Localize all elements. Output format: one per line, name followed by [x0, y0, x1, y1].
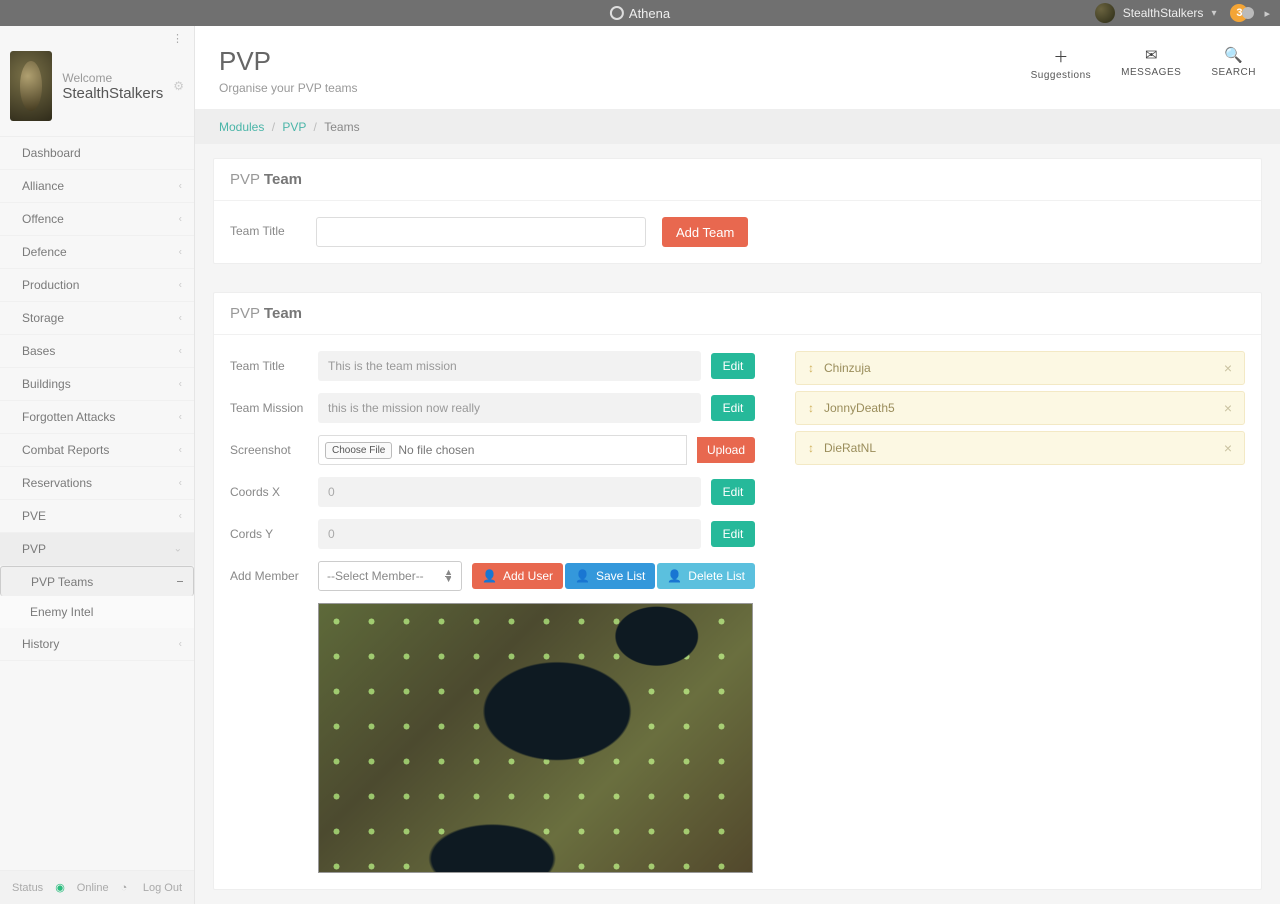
sidebar-username: StealthStalkers — [62, 85, 163, 102]
map-screenshot — [318, 603, 753, 873]
drag-icon[interactable]: ↕ — [808, 401, 814, 415]
team-title-input[interactable] — [316, 217, 646, 247]
sidebar-item-pve[interactable]: PVE‹ — [0, 500, 194, 533]
sidebar-item-combat-reports[interactable]: Combat Reports‹ — [0, 434, 194, 467]
app-logo-icon — [610, 6, 624, 20]
edit-mission-button[interactable]: Edit — [711, 395, 755, 421]
coords-y-value: 0 — [318, 519, 701, 549]
page-header: PVP Organise your PVP teams ＋ Suggestion… — [195, 26, 1280, 110]
sidebar-footer: Status ◉ Online ◔ Log Out — [0, 870, 194, 904]
topbar-username[interactable]: StealthStalkers — [1123, 6, 1204, 20]
close-icon[interactable]: × — [1224, 440, 1232, 456]
crumb-current: Teams — [324, 120, 359, 134]
member-list: ↕Chinzuja× ↕JonnyDeath5× ↕DieRatNL× — [795, 351, 1245, 465]
notification-badge[interactable]: 3 — [1230, 4, 1248, 22]
status-online: Online — [77, 882, 109, 894]
app-title: Athena — [610, 6, 670, 21]
member-item[interactable]: ↕DieRatNL× — [795, 431, 1245, 465]
sidebar-sub-pvp-teams[interactable]: PVP Teams — [0, 566, 194, 596]
crumb-pvp[interactable]: PVP — [282, 120, 306, 134]
status-dot-icon: ◉ — [55, 881, 65, 894]
status-label: Status — [12, 882, 43, 894]
panel-edit-team: PVP Team Team Title This is the team mis… — [213, 292, 1262, 890]
add-user-button[interactable]: 👤Add User — [472, 563, 563, 589]
user-icon: 👤 — [575, 569, 590, 583]
upload-button[interactable]: Upload — [697, 437, 755, 463]
avatar[interactable] — [1095, 3, 1115, 23]
page-title: PVP — [219, 46, 358, 77]
topbar: Athena StealthStalkers ▾ 3 ▸ — [0, 0, 1280, 26]
team-title-value: This is the team mission — [318, 351, 701, 381]
screenshot-file-input[interactable]: Choose File No file chosen — [318, 435, 687, 465]
sidebar-item-buildings[interactable]: Buildings‹ — [0, 368, 194, 401]
sidebar-item-dashboard[interactable]: Dashboard — [0, 137, 194, 170]
sidebar-item-reservations[interactable]: Reservations‹ — [0, 467, 194, 500]
sidebar: ⋮ Welcome StealthStalkers ⚙ Dashboard Al… — [0, 26, 195, 904]
user-icon: 👤 — [482, 569, 497, 583]
sidebar-item-history[interactable]: History‹ — [0, 628, 194, 661]
plus-icon: ＋ — [1031, 46, 1092, 67]
delete-list-button[interactable]: 👤Delete List — [657, 563, 755, 589]
close-icon[interactable]: × — [1224, 400, 1232, 416]
clock-icon: ◔ — [121, 882, 128, 894]
drag-icon[interactable]: ↕ — [808, 361, 814, 375]
panel-add-team: PVP Team Team Title Add Team — [213, 158, 1262, 264]
sidebar-item-bases[interactable]: Bases‹ — [0, 335, 194, 368]
main: PVP Organise your PVP teams ＋ Suggestion… — [195, 26, 1280, 904]
sidebar-sub-enemy-intel[interactable]: Enemy Intel — [0, 596, 194, 628]
breadcrumb: Modules / PVP / Teams — [195, 110, 1280, 144]
page-subtitle: Organise your PVP teams — [219, 81, 358, 95]
coords-x-value: 0 — [318, 477, 701, 507]
envelope-icon: ✉ — [1121, 46, 1181, 64]
close-icon[interactable]: × — [1224, 360, 1232, 376]
suggestions-button[interactable]: ＋ Suggestions — [1031, 46, 1092, 81]
crumb-modules[interactable]: Modules — [219, 120, 264, 134]
sidebar-menu-icon[interactable]: ⋮ — [0, 26, 194, 51]
add-team-button[interactable]: Add Team — [662, 217, 748, 247]
chevron-down-icon[interactable]: ▾ — [1211, 8, 1216, 19]
messages-button[interactable]: ✉ MESSAGES — [1121, 46, 1181, 81]
nav-list: Dashboard Alliance‹ Offence‹ Defence‹ Pr… — [0, 136, 194, 661]
sidebar-item-forgotten-attacks[interactable]: Forgotten Attacks‹ — [0, 401, 194, 434]
edit-coords-x-button[interactable]: Edit — [711, 479, 755, 505]
save-list-button[interactable]: 👤Save List — [565, 563, 655, 589]
edit-team-title-button[interactable]: Edit — [711, 353, 755, 379]
gear-icon[interactable]: ⚙ — [173, 79, 184, 93]
sidebar-item-pvp[interactable]: PVP⌄ — [0, 533, 194, 566]
search-button[interactable]: 🔍 SEARCH — [1211, 46, 1256, 81]
member-select[interactable]: --Select Member--▲▼ — [318, 561, 462, 591]
member-item[interactable]: ↕Chinzuja× — [795, 351, 1245, 385]
sidebar-item-defence[interactable]: Defence‹ — [0, 236, 194, 269]
user-icon: 👤 — [667, 569, 682, 583]
edit-coords-y-button[interactable]: Edit — [711, 521, 755, 547]
welcome-label: Welcome — [62, 71, 163, 85]
logout-link[interactable]: Log Out — [143, 882, 182, 894]
chevron-right-icon[interactable]: ▸ — [1264, 7, 1270, 20]
avatar — [10, 51, 52, 121]
sidebar-item-storage[interactable]: Storage‹ — [0, 302, 194, 335]
sidebar-item-production[interactable]: Production‹ — [0, 269, 194, 302]
user-card: Welcome StealthStalkers ⚙ — [0, 51, 194, 136]
choose-file-button[interactable]: Choose File — [325, 442, 392, 459]
member-item[interactable]: ↕JonnyDeath5× — [795, 391, 1245, 425]
sidebar-item-offence[interactable]: Offence‹ — [0, 203, 194, 236]
search-icon: 🔍 — [1211, 46, 1256, 64]
sidebar-item-alliance[interactable]: Alliance‹ — [0, 170, 194, 203]
team-title-label: Team Title — [230, 224, 300, 240]
drag-icon[interactable]: ↕ — [808, 441, 814, 455]
team-mission-value: this is the mission now really — [318, 393, 701, 423]
